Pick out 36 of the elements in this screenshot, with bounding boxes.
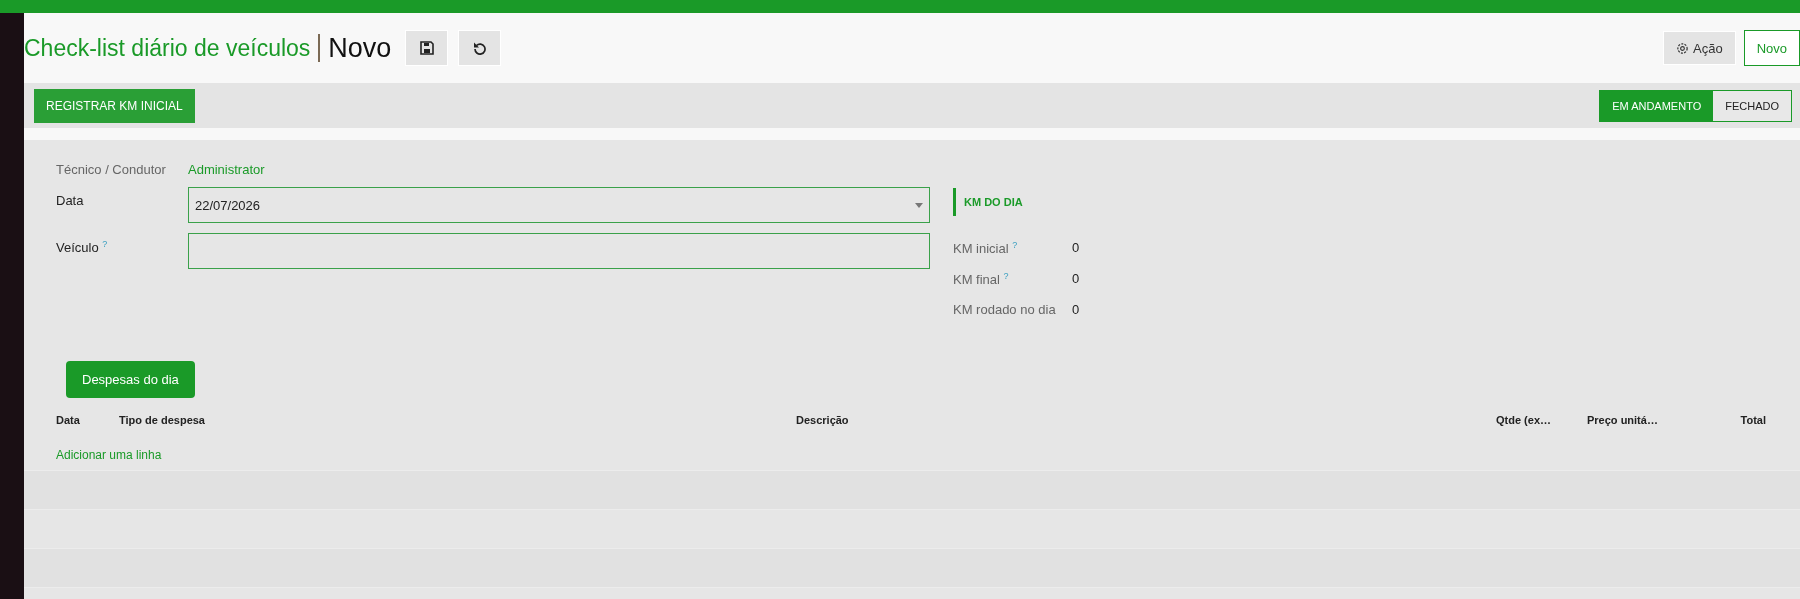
undo-button[interactable] [458, 30, 502, 66]
help-mark[interactable]: ? [102, 239, 108, 249]
km-value: 0 [1072, 271, 1080, 288]
column-header[interactable]: Tipo de despesa [119, 414, 796, 434]
help-mark[interactable]: ? [1003, 271, 1009, 281]
date-field[interactable]: 22/07/2026 [188, 187, 930, 223]
status-tab[interactable]: FECHADO [1713, 90, 1791, 121]
status-tab[interactable]: EM ANDAMENTO [1600, 90, 1714, 121]
technician-link[interactable]: Administrator [188, 162, 930, 177]
section-title: KM DO DIA [953, 188, 1080, 216]
help-mark[interactable]: ? [1012, 240, 1018, 250]
km-value: 0 [1072, 240, 1080, 257]
add-line-link[interactable]: Adicionar uma linha [56, 448, 162, 462]
save-button[interactable] [405, 30, 449, 66]
column-header[interactable]: Qtde (ex… [1496, 414, 1587, 434]
km-label: KM inicial [953, 241, 1009, 257]
new-button[interactable]: Novo [1743, 30, 1800, 66]
field-label: Técnico / Condutor [56, 162, 167, 177]
action-button[interactable]: Ação [1663, 31, 1736, 65]
km-label: KM final [953, 272, 1000, 288]
field-label: Data [56, 193, 84, 208]
field-label: Veículo [56, 240, 99, 256]
column-header[interactable]: Preço unitá… [1587, 414, 1740, 434]
caret-icon [915, 202, 923, 208]
column-header[interactable]: Data [56, 414, 119, 434]
input-field[interactable] [188, 233, 930, 269]
km-label: KM rodado no dia [953, 302, 1056, 317]
settings-icon [1676, 41, 1689, 55]
column-header[interactable]: Descrição [796, 414, 1496, 434]
km-value: 0 [1072, 302, 1080, 319]
column-header[interactable]: Total [1740, 414, 1766, 434]
page-title: Novo [328, 32, 392, 64]
undo-icon [472, 41, 487, 55]
breadcrumb-link[interactable]: Check-list diário de veículos [24, 34, 311, 62]
expenses-button[interactable]: Despesas do dia [66, 361, 195, 398]
register-km-button[interactable]: REGISTRAR KM INICIAL [34, 88, 195, 123]
